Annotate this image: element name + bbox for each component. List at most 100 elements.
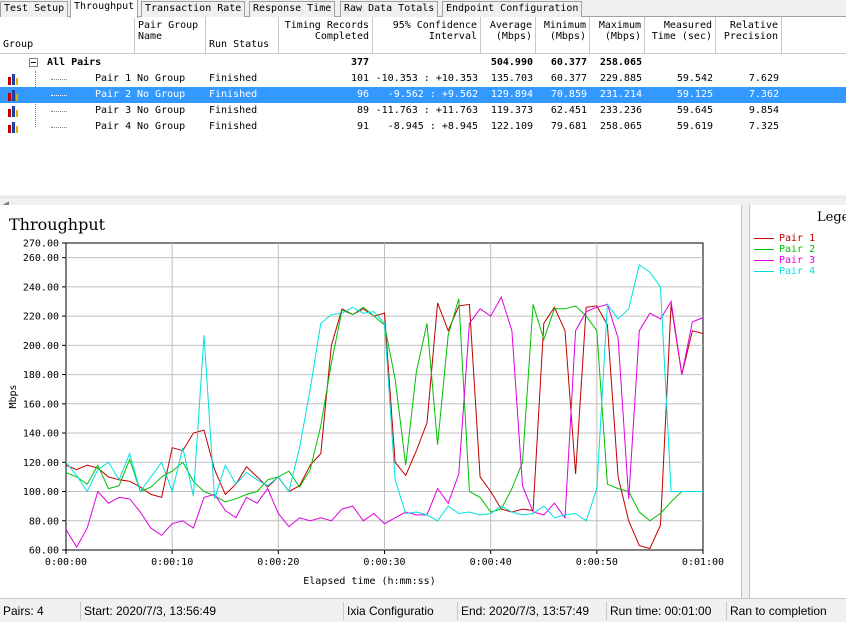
pair-chart-icon	[8, 122, 18, 133]
legend-item: Pair 4	[754, 266, 815, 277]
header-timing-records[interactable]: Timing Records Completed	[279, 17, 373, 54]
header-minimum[interactable]: Minimum (Mbps)	[536, 17, 590, 54]
status-start: Start: 2020/7/3, 13:56:49	[80, 602, 342, 620]
run-status: Finished	[209, 89, 258, 100]
pair-name: Pair 3	[95, 105, 132, 116]
chart-title: Throughput	[9, 215, 106, 234]
y-tick-label: 220.00	[23, 312, 59, 323]
all-pairs-records: 377	[350, 57, 369, 68]
y-tick-label: 180.00	[23, 370, 59, 381]
header-maximum[interactable]: Maximum (Mbps)	[590, 17, 645, 54]
legend-label: Pair 2	[779, 244, 816, 255]
timing-records: 101	[350, 73, 369, 84]
legend-swatch	[754, 259, 774, 261]
relative-precision: 7.325	[748, 121, 779, 132]
relative-precision: 7.362	[748, 89, 779, 100]
y-tick-label: 100.00	[23, 487, 59, 498]
legend-label: Pair 3	[779, 255, 816, 266]
header-confidence-interval[interactable]: 95% Confidence Interval	[373, 17, 481, 54]
confidence-interval: -10.353 : +10.353	[375, 73, 478, 84]
pair-chart-icon	[8, 74, 18, 85]
run-status: Finished	[209, 73, 258, 84]
legend-item: Pair 3	[754, 255, 815, 266]
x-tick-label: 0:00:50	[576, 557, 618, 568]
pair-group: No Group	[137, 89, 186, 100]
grid-header: Group Pair Group Name Run Status Timing R…	[0, 17, 846, 54]
legend-item: Pair 2	[754, 244, 815, 255]
pair-chart-icon	[8, 106, 18, 117]
tab-bar: Test Setup Throughput Transaction Rate R…	[0, 0, 846, 18]
tab-test-setup[interactable]: Test Setup	[0, 1, 69, 17]
legend-swatch	[754, 270, 774, 272]
y-tick-label: 240.00	[23, 282, 59, 293]
header-pair-group-name[interactable]: Pair Group Name	[135, 17, 206, 54]
x-tick-label: 0:00:10	[151, 557, 193, 568]
legend-label: Pair 1	[779, 233, 816, 244]
table-row[interactable]: Pair 1 No Group Finished 101 -10.353 : +…	[0, 71, 846, 87]
confidence-interval: -9.562 : +9.562	[387, 89, 478, 100]
all-pairs-row[interactable]: All Pairs 377 504.990 60.377 258.065	[0, 55, 846, 71]
y-tick-label: 120.00	[23, 458, 59, 469]
tab-endpoint-configuration[interactable]: Endpoint Configuration	[442, 1, 583, 17]
tab-response-time[interactable]: Response Time	[249, 1, 336, 17]
y-tick-label: 60.00	[29, 546, 59, 557]
y-tick-label: 200.00	[23, 341, 59, 352]
relative-precision: 9.854	[748, 105, 779, 116]
pair-group: No Group	[137, 73, 186, 84]
all-pairs-maximum: 258.065	[599, 57, 642, 68]
average: 119.373	[490, 105, 533, 116]
y-tick-label: 140.00	[23, 429, 59, 440]
x-axis-label: Elapsed time (h:mm:ss)	[303, 576, 435, 587]
timing-records: 91	[356, 121, 369, 132]
x-tick-label: 0:00:40	[470, 557, 512, 568]
tab-raw-data-totals[interactable]: Raw Data Totals	[340, 1, 439, 17]
all-pairs-average: 504.990	[490, 57, 533, 68]
legend-swatch	[754, 237, 774, 239]
header-average[interactable]: Average (Mbps)	[481, 17, 536, 54]
pair-group: No Group	[137, 105, 186, 116]
header-group[interactable]: Group	[0, 17, 135, 54]
legend-title: Legend	[817, 210, 846, 225]
table-row[interactable]: Pair 2 No Group Finished 96 -9.562 : +9.…	[0, 87, 846, 103]
collapse-toggle[interactable]	[29, 58, 38, 67]
header-run-status[interactable]: Run Status	[206, 17, 279, 54]
results-grid: Group Pair Group Name Run Status Timing R…	[0, 17, 846, 212]
status-pairs: Pairs: 4	[3, 604, 44, 618]
y-tick-label: 260.00	[23, 253, 59, 264]
average: 129.894	[490, 89, 533, 100]
tab-transaction-rate[interactable]: Transaction Rate	[141, 1, 246, 17]
pair-group: No Group	[137, 121, 186, 132]
x-tick-label: 0:00:00	[45, 557, 87, 568]
y-tick-label: 80.00	[29, 516, 59, 527]
legend-panel: Legend Pair 1Pair 2Pair 3Pair 4	[750, 205, 846, 598]
x-tick-label: 0:00:30	[363, 557, 405, 568]
panel-splitter[interactable]	[741, 205, 750, 598]
legend-item: Pair 1	[754, 233, 815, 244]
confidence-interval: -8.945 : +8.945	[387, 121, 478, 132]
status-end: End: 2020/7/3, 13:57:49	[457, 602, 605, 620]
header-relative-precision[interactable]: Relative Precision	[716, 17, 782, 54]
status-config: Ixia Configuratio	[343, 602, 456, 620]
tree-branch	[51, 111, 67, 112]
average: 135.703	[490, 73, 533, 84]
pair-chart-icon	[8, 90, 18, 101]
average: 122.109	[490, 121, 533, 132]
x-tick-label: 0:01:00	[682, 557, 724, 568]
table-row[interactable]: Pair 3 No Group Finished 89 -11.763 : +1…	[0, 103, 846, 119]
pair-name: Pair 1	[95, 73, 132, 84]
legend-label: Pair 4	[779, 266, 816, 277]
measured-time: 59.542	[676, 73, 713, 84]
tab-throughput[interactable]: Throughput	[70, 0, 139, 18]
minimum: 60.377	[550, 73, 587, 84]
maximum: 231.214	[599, 89, 642, 100]
status-bar: Pairs: 4 Start: 2020/7/3, 13:56:49 Ixia …	[0, 598, 846, 622]
status-result: Ran to completion	[726, 602, 846, 620]
header-measured-time[interactable]: Measured Time (sec)	[645, 17, 716, 54]
all-pairs-label: All Pairs	[47, 57, 102, 68]
legend-box: Pair 1 Pair 2 Pair 3 Pair 4	[750, 227, 846, 598]
status-runtime: Run time: 00:01:00	[606, 602, 725, 620]
run-status: Finished	[209, 121, 258, 132]
legend-swatch	[754, 248, 774, 250]
table-row[interactable]: Pair 4 No Group Finished 91 -8.945 : +8.…	[0, 119, 846, 135]
tree-branch	[51, 127, 67, 128]
